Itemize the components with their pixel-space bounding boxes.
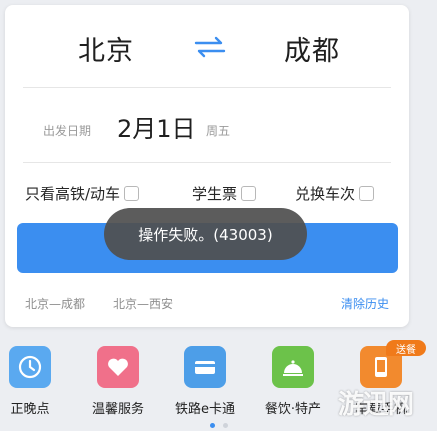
option-label: 只看高铁/动车 <box>25 185 121 203</box>
swap-arrows-icon[interactable] <box>191 35 229 59</box>
card-icon <box>184 346 226 388</box>
delivery-badge: 送餐 <box>386 340 426 356</box>
to-city[interactable]: 成都 <box>284 29 340 68</box>
history-item[interactable]: 北京—西安 <box>113 295 173 312</box>
option-exchange-train[interactable]: 兑换车次 <box>295 183 375 204</box>
clock-icon <box>9 346 51 388</box>
date-label: 出发日期 <box>43 124 92 138</box>
error-toast: 操作失败。(43003) <box>104 208 307 260</box>
option-student-ticket[interactable]: 学生票 <box>192 183 257 204</box>
divider <box>23 162 391 163</box>
clear-history-link[interactable]: 清除历史 <box>341 295 389 312</box>
option-label: 学生票 <box>192 185 238 203</box>
option-high-speed-only[interactable]: 只看高铁/动车 <box>25 183 140 204</box>
date-picker[interactable]: 2月1日 <box>117 109 196 144</box>
service-ecard[interactable]: 铁路e卡通 <box>160 346 250 417</box>
from-city[interactable]: 北京 <box>78 29 134 68</box>
ticket-search-card: 北京 成都 出发日期 2月1日 周五 只看高铁/动车 学生票 兑换车次 北京—成… <box>5 5 409 327</box>
weekday-label: 周五 <box>206 124 231 138</box>
service-warm[interactable]: 温馨服务 <box>73 346 163 417</box>
service-label: 餐饮·特产 <box>264 402 322 417</box>
checkbox[interactable] <box>124 186 140 201</box>
option-label: 兑换车次 <box>295 185 356 203</box>
service-label: 铁路e卡通 <box>175 402 235 417</box>
page-dot <box>222 423 228 428</box>
history-item[interactable]: 北京—成都 <box>25 295 85 312</box>
service-label: 温馨服务 <box>91 402 144 417</box>
checkbox[interactable] <box>241 186 257 201</box>
divider <box>23 87 391 88</box>
page-indicator <box>0 423 437 428</box>
heart-icon <box>97 346 139 388</box>
checkbox[interactable] <box>359 186 375 201</box>
dining-bell-icon <box>272 346 314 388</box>
service-label: 正晚点 <box>10 402 50 417</box>
service-train-status[interactable]: 正晚点 <box>0 346 75 417</box>
page-dot-active <box>209 423 215 428</box>
watermark-logo: 游迅网 <box>338 390 414 420</box>
service-dining[interactable]: 餐饮·特产 <box>248 346 338 417</box>
